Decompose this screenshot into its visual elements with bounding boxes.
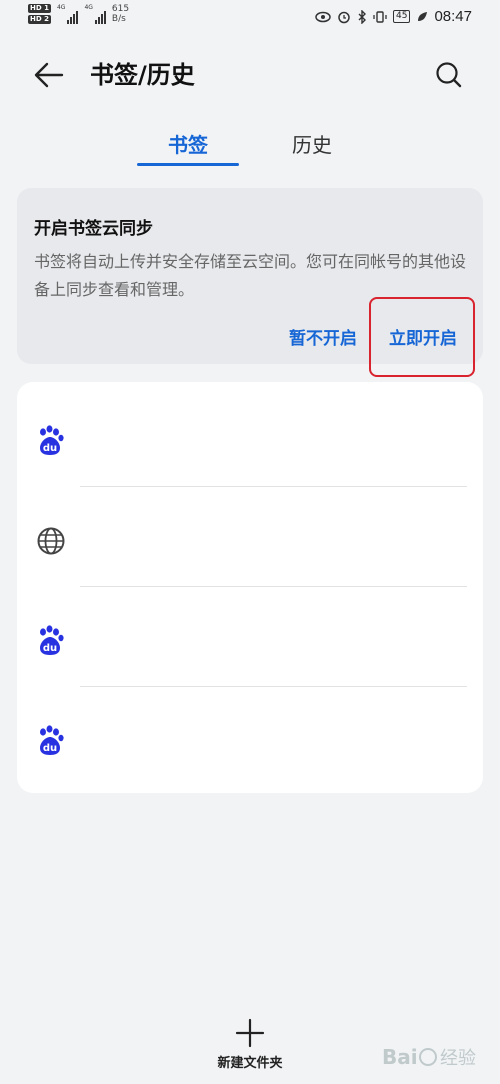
plus-icon: [235, 1018, 265, 1048]
bookmark-list: du du du: [17, 382, 483, 793]
sim1-badge: HD 1: [28, 4, 51, 13]
search-icon: [436, 62, 462, 88]
svg-text:du: du: [43, 443, 57, 454]
alarm-icon: [338, 11, 350, 23]
bookmark-item[interactable]: du: [17, 687, 483, 787]
status-bar-right: 45 08:47: [315, 8, 472, 25]
search-button[interactable]: [432, 58, 466, 92]
baidu-jingyan-watermark: Bai 经验: [382, 1045, 476, 1069]
status-bar: HD 1 HD 2 4G 4G 615 B/s 45 08:47: [0, 0, 500, 34]
network-speed: 615 B/s: [111, 4, 130, 24]
bookmark-item[interactable]: [17, 487, 483, 587]
back-button[interactable]: [32, 58, 66, 92]
tab-history[interactable]: 历史: [262, 130, 362, 170]
clock: 08:47: [434, 8, 472, 25]
bluetooth-icon: [358, 9, 366, 24]
signal-2-icon: 4G: [84, 4, 106, 24]
baidu-paw-icon: du: [40, 725, 64, 755]
new-folder-button[interactable]: 新建文件夹: [200, 1018, 300, 1074]
active-tab-indicator: [137, 163, 239, 166]
baidu-paw-icon: du: [40, 625, 64, 655]
svg-text:经验: 经验: [440, 1048, 476, 1069]
not-now-button[interactable]: 暂不开启: [289, 324, 357, 349]
page-title: 书签/历史: [90, 61, 195, 89]
arrow-left-icon: [34, 62, 64, 88]
new-folder-label: 新建文件夹: [217, 1056, 283, 1071]
sync-card-description: 书签将自动上传并安全存储至云空间。您可在同帐号的其他设备上同步查看和管理。: [34, 252, 467, 299]
leaf-icon: [418, 11, 428, 21]
svg-text:du: du: [43, 743, 57, 754]
highlight-annotation: [369, 297, 475, 377]
globe-icon: [37, 527, 65, 555]
sim2-badge: HD 2: [28, 15, 51, 24]
eye-icon: [315, 11, 331, 22]
signal-1-icon: 4G: [57, 4, 79, 24]
battery-icon: 45: [393, 10, 411, 23]
status-bar-left: HD 1 HD 2 4G 4G 615 B/s: [28, 4, 129, 24]
svg-text:Bai: Bai: [382, 1045, 418, 1069]
baidu-paw-icon: du: [40, 425, 64, 455]
sync-card-title: 开启书签云同步: [34, 219, 153, 239]
svg-text:du: du: [43, 643, 57, 654]
vibrate-icon: [373, 10, 387, 23]
bookmark-item[interactable]: du: [17, 387, 483, 487]
bookmark-item[interactable]: du: [17, 587, 483, 687]
